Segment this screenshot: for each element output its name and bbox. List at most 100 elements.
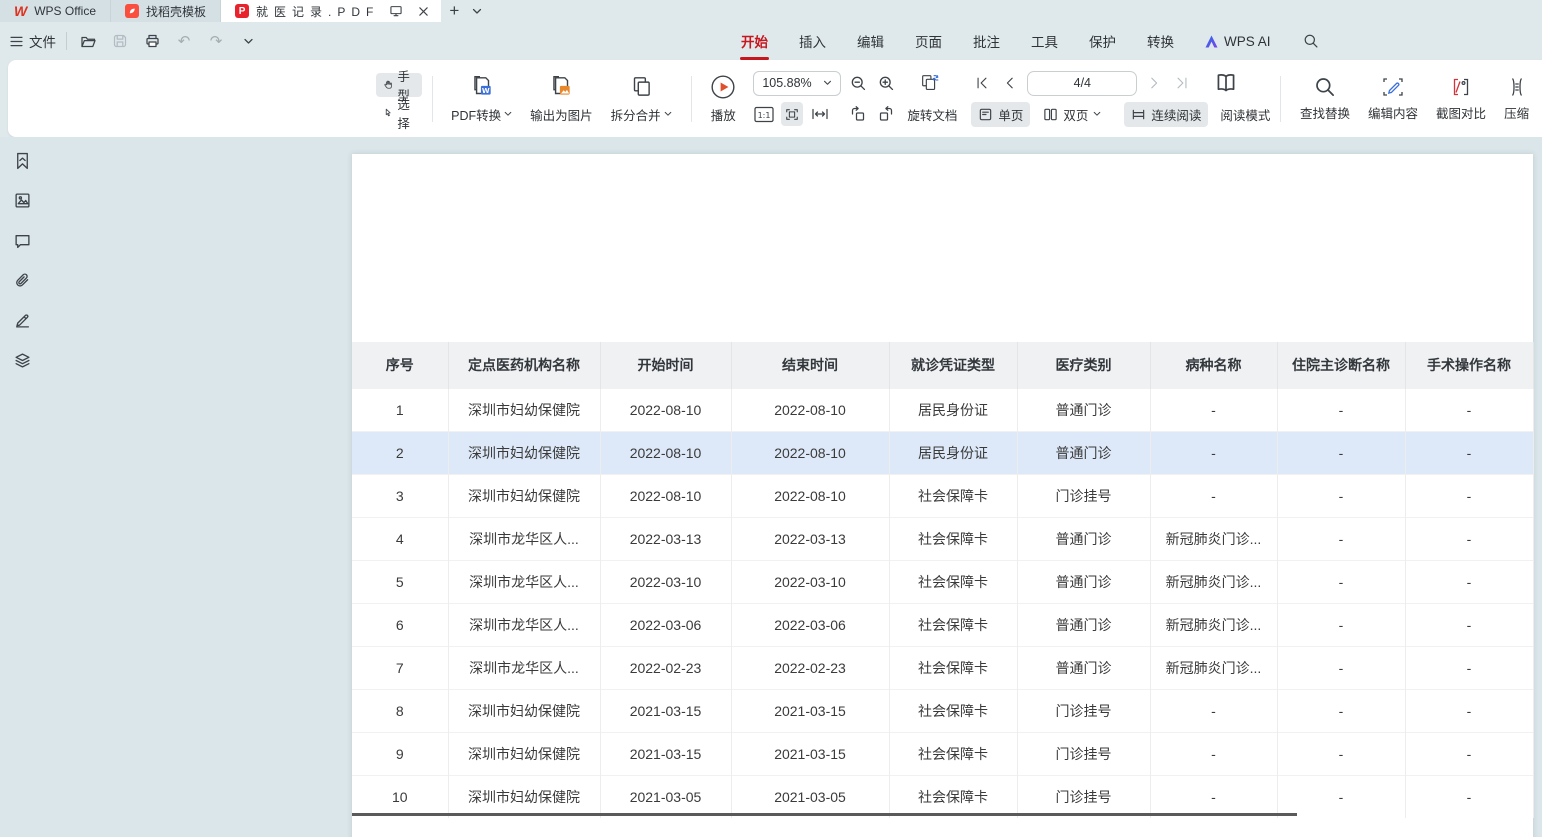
close-tab-icon[interactable] — [413, 6, 433, 17]
print-icon[interactable] — [141, 30, 163, 52]
double-page-button[interactable]: 双页 — [1036, 102, 1108, 127]
compress-button[interactable]: 压缩 — [1495, 68, 1538, 130]
attachment-icon[interactable] — [9, 271, 35, 290]
page-indicator: 4/4 — [1074, 76, 1091, 90]
divider — [1280, 76, 1281, 122]
continuous-read-icon — [1131, 107, 1146, 122]
open-file-icon[interactable] — [77, 30, 99, 52]
file-menu-button[interactable]: 文件 — [10, 31, 56, 51]
actual-size-icon[interactable]: 1:1 — [753, 102, 775, 126]
next-page-icon[interactable] — [1143, 71, 1165, 95]
present-monitor-icon[interactable] — [386, 4, 406, 18]
table-row[interactable]: 5深圳市龙华区人...2022-03-102022-03-10社会保障卡普通门诊… — [352, 560, 1533, 603]
table-row[interactable]: 3深圳市妇幼保健院2022-08-102022-08-10社会保障卡门诊挂号--… — [352, 474, 1533, 517]
rotate-pages-icon[interactable] — [919, 71, 941, 95]
select-tool-button[interactable]: 选择 — [376, 101, 422, 125]
table-row[interactable]: 6深圳市龙华区人...2022-03-062022-03-06社会保障卡普通门诊… — [352, 603, 1533, 646]
fit-page-icon[interactable] — [781, 102, 803, 126]
continuous-read-button[interactable]: 连续阅读 — [1124, 102, 1208, 127]
edit-content-label: 编辑内容 — [1368, 103, 1418, 122]
table-cell: 7 — [352, 646, 448, 689]
table-cell: 9 — [352, 732, 448, 775]
table-cell: 2022-03-10 — [600, 560, 731, 603]
table-cell: - — [1277, 775, 1405, 818]
comment-icon[interactable] — [9, 231, 35, 250]
zoom-level-select[interactable]: 105.88% — [753, 71, 841, 96]
rotate-right-icon[interactable] — [875, 102, 897, 126]
zoom-in-icon[interactable] — [875, 71, 897, 95]
table-row[interactable]: 1深圳市妇幼保健院2022-08-102022-08-10居民身份证普通门诊--… — [352, 388, 1533, 431]
single-page-button[interactable]: 单页 — [971, 102, 1030, 127]
menu-protect[interactable]: 保护 — [1088, 28, 1117, 54]
menu-page[interactable]: 页面 — [914, 28, 943, 54]
table-row[interactable]: 7深圳市龙华区人...2022-02-232022-02-23社会保障卡普通门诊… — [352, 646, 1533, 689]
tab-list-chevron-icon[interactable] — [467, 0, 487, 22]
double-page-icon — [1043, 107, 1058, 122]
read-mode-icon[interactable] — [1215, 71, 1237, 95]
tab-wps-office[interactable]: W WPS Office — [0, 0, 111, 22]
first-page-icon[interactable] — [971, 71, 993, 95]
split-merge-button[interactable]: 拆分合并 — [602, 68, 681, 130]
table-cell: - — [1277, 431, 1405, 474]
quickbar-chevron-icon[interactable] — [237, 30, 259, 52]
find-replace-button[interactable]: 查找替换 — [1291, 68, 1359, 130]
layers-icon[interactable] — [9, 351, 35, 370]
menu-home[interactable]: 开始 — [740, 28, 769, 54]
menu-bar: 文件 ↶ ↷ 开始 插入 编辑 页面 批注 工具 保护 — [0, 22, 1542, 60]
rotate-left-icon[interactable] — [847, 102, 869, 126]
chevron-down-icon — [664, 111, 672, 117]
play-icon — [710, 74, 736, 100]
screenshot-compare-button[interactable]: 截图对比 — [1427, 68, 1495, 130]
read-mode-label[interactable]: 阅读模式 — [1220, 105, 1270, 124]
bookmark-icon[interactable] — [9, 151, 35, 170]
tab-docer-templates[interactable]: 找稻壳模板 — [111, 0, 221, 22]
table-row[interactable]: 9深圳市妇幼保健院2021-03-152021-03-15社会保障卡门诊挂号--… — [352, 732, 1533, 775]
page-number-input[interactable]: 4/4 — [1027, 71, 1137, 96]
wps-ai-button[interactable]: WPS AI — [1204, 34, 1271, 49]
play-label: 播放 — [711, 105, 736, 124]
play-button[interactable]: 播放 — [701, 68, 745, 130]
new-tab-button[interactable]: + — [441, 0, 467, 22]
select-tool-label: 选择 — [397, 94, 414, 132]
fit-width-icon[interactable] — [809, 102, 831, 126]
edit-content-button[interactable]: 编辑内容 — [1359, 68, 1427, 130]
menu-insert[interactable]: 插入 — [798, 28, 827, 54]
table-cell: 2022-08-10 — [731, 388, 889, 431]
table-row[interactable]: 10深圳市妇幼保健院2021-03-052021-03-05社会保障卡门诊挂号-… — [352, 775, 1533, 818]
tab-label: 找稻壳模板 — [146, 3, 206, 20]
tab-document-pdf[interactable]: P 就医记录.PDF — [221, 0, 441, 22]
menu-comment[interactable]: 批注 — [972, 28, 1001, 54]
zoom-out-icon[interactable] — [847, 71, 869, 95]
table-row[interactable]: 4深圳市龙华区人...2022-03-132022-03-13社会保障卡普通门诊… — [352, 517, 1533, 560]
table-row[interactable]: 8深圳市妇幼保健院2021-03-152021-03-15社会保障卡门诊挂号--… — [352, 689, 1533, 732]
signature-icon[interactable] — [9, 311, 35, 330]
search-icon[interactable] — [1300, 30, 1322, 52]
table-cell: 新冠肺炎门诊... — [1150, 646, 1277, 689]
undo-icon[interactable]: ↶ — [173, 30, 195, 52]
table-cell: 社会保障卡 — [889, 646, 1017, 689]
redo-icon[interactable]: ↷ — [205, 30, 227, 52]
export-image-button[interactable]: 输出为图片 — [521, 68, 602, 130]
table-cell: 6 — [352, 603, 448, 646]
menu-edit[interactable]: 编辑 — [856, 28, 885, 54]
save-icon[interactable] — [109, 30, 131, 52]
menu-convert[interactable]: 转换 — [1146, 28, 1175, 54]
previous-page-icon[interactable] — [999, 71, 1021, 95]
table-cell: 2021-03-15 — [600, 732, 731, 775]
table-cell: - — [1405, 388, 1533, 431]
table-cell: - — [1405, 431, 1533, 474]
left-panel-rail — [0, 151, 44, 370]
table-cell: 2022-03-06 — [600, 603, 731, 646]
column-header: 定点医药机构名称 — [448, 342, 600, 388]
table-cell: 8 — [352, 689, 448, 732]
table-row[interactable]: 2深圳市妇幼保健院2022-08-102022-08-10居民身份证普通门诊--… — [352, 431, 1533, 474]
table-cell: 普通门诊 — [1017, 431, 1150, 474]
pdf-convert-button[interactable]: W PDF转换 — [442, 68, 521, 130]
thumbnail-icon[interactable] — [9, 191, 35, 210]
table-cell: 深圳市龙华区人... — [448, 560, 600, 603]
table-cell: - — [1277, 388, 1405, 431]
rotate-doc-label[interactable]: 旋转文档 — [907, 105, 957, 124]
pdf-page[interactable]: 序号定点医药机构名称开始时间结束时间就诊凭证类型医疗类别病种名称住院主诊断名称手… — [352, 154, 1533, 837]
last-page-icon[interactable] — [1171, 71, 1193, 95]
menu-tools[interactable]: 工具 — [1030, 28, 1059, 54]
